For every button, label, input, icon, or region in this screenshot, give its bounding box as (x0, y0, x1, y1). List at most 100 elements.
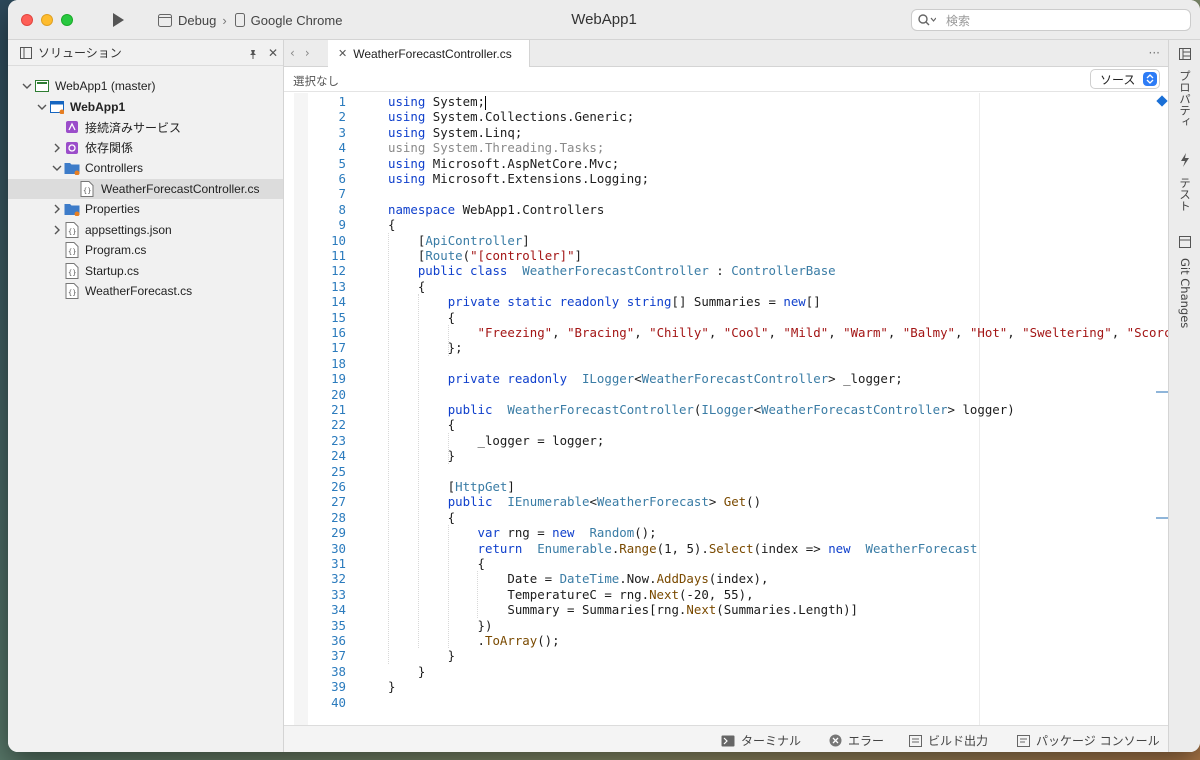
code-token: var (477, 525, 500, 541)
nav-back-icon[interactable]: ‹ (290, 46, 295, 60)
line-number: 39 (331, 679, 346, 695)
path-selection[interactable]: 選択なし (293, 73, 339, 89)
tree-item[interactable]: {} WeatherForecast.cs (8, 281, 283, 302)
code-line[interactable]: 16 "Freezing", "Bracing", "Chilly", "Coo… (284, 325, 1168, 340)
code-token: IEnumerable (499, 494, 590, 510)
code-line[interactable]: 4 using System.Threading.Tasks; (284, 140, 1168, 155)
search-icon (918, 14, 936, 26)
chevron-right-icon[interactable] (52, 225, 62, 235)
path-bar: 選択なし ソース (284, 67, 1168, 92)
code-text: return Enumerable.Range(1, 5).Select(ind… (388, 541, 978, 556)
source-select[interactable]: ソース (1090, 69, 1160, 89)
nav-forward-icon[interactable]: › (305, 46, 310, 60)
code-token: [ (388, 248, 426, 263)
code-token: private readonly (447, 371, 568, 387)
code-line[interactable]: 32 Date = DateTime.Now.AddDays(index), (284, 571, 1168, 586)
code-line[interactable]: 31 { (284, 556, 1168, 571)
device-icon (234, 13, 245, 27)
code-line[interactable]: 20 (284, 387, 1168, 402)
code-line[interactable]: 2 using System.Collections.Generic; (284, 109, 1168, 124)
code-token: "Warm" (843, 325, 888, 340)
minimize-window-button[interactable] (41, 14, 53, 26)
close-pad-icon[interactable]: ✕ (268, 46, 278, 60)
code-line[interactable]: 19 private readonly ILogger<WeatherForec… (284, 371, 1168, 386)
tree-item[interactable]: WebApp1 (master) (8, 76, 283, 97)
code-line[interactable]: 5 using Microsoft.AspNetCore.Mvc; (284, 156, 1168, 171)
search-input[interactable]: 検索 (911, 9, 1191, 31)
code-line[interactable]: 11 [Route("[controller]"] (284, 248, 1168, 263)
tree-item[interactable]: {} WeatherForecastController.cs (8, 178, 283, 199)
code-line[interactable]: 33 TemperatureC = rng.Next(-20, 55), (284, 587, 1168, 602)
chevron-down-icon[interactable] (37, 102, 47, 112)
close-window-button[interactable] (21, 14, 33, 26)
code-line[interactable]: 39} (284, 679, 1168, 694)
close-tab-icon[interactable]: ✕ (338, 47, 347, 60)
code-line[interactable]: 40 (284, 695, 1168, 710)
code-token: using System.Threading.Tasks; (388, 140, 605, 156)
code-line[interactable]: 14 private static readonly string[] Summ… (284, 294, 1168, 309)
code-token: [ (388, 232, 426, 248)
code-line[interactable]: 21 public WeatherForecastController(ILog… (284, 402, 1168, 417)
code-token: > _logger; (828, 371, 903, 387)
code-line[interactable]: 38 } (284, 664, 1168, 679)
dock-tab-test[interactable]: テスト (1169, 152, 1200, 212)
chevron-right-icon[interactable] (52, 204, 62, 214)
dock-tab-git-changes[interactable]: Git Changes (1169, 233, 1200, 328)
code-line[interactable]: 8 namespace WebApp1.Controllers (284, 202, 1168, 217)
code-line[interactable]: 35 }) (284, 618, 1168, 633)
code-line[interactable]: 15 { (284, 310, 1168, 325)
zoom-window-button[interactable] (61, 14, 73, 26)
code-line[interactable]: 6 using Microsoft.Extensions.Logging; (284, 171, 1168, 186)
code-line[interactable]: 30 return Enumerable.Range(1, 5).Select(… (284, 541, 1168, 556)
code-line[interactable]: 23 _logger = logger; (284, 433, 1168, 448)
code-token: new (783, 294, 806, 310)
tree-item[interactable]: {} appsettings.json (8, 220, 283, 241)
chevron-down-icon[interactable] (22, 81, 32, 91)
tree-item[interactable]: Controllers (8, 158, 283, 179)
code-line[interactable]: 3 using System.Linq; (284, 125, 1168, 140)
code-line[interactable]: 7 (284, 186, 1168, 201)
code-line[interactable]: 9{ (284, 217, 1168, 232)
code-line[interactable]: 10 [ApiController] (284, 233, 1168, 248)
code-line[interactable]: 1 using System; (284, 94, 1168, 110)
tree-item[interactable]: {} Program.cs (8, 240, 283, 261)
code-line[interactable]: 18 (284, 356, 1168, 371)
code-token: WeatherForecastController (761, 402, 948, 417)
code-line[interactable]: 37 } (284, 648, 1168, 663)
code-line[interactable]: 22 { (284, 417, 1168, 432)
code-editor[interactable]: 1 using System; 2 using System.Collections.… (284, 93, 1168, 725)
code-text: }) (388, 618, 493, 633)
status-error-button[interactable]: エラー (829, 732, 884, 749)
tab-weatherforecastcontroller[interactable]: ✕ WeatherForecastController.cs (328, 40, 530, 67)
tree-item[interactable]: 接続済みサービス (8, 117, 283, 138)
pin-icon[interactable] (248, 48, 258, 62)
chevron-right-icon[interactable] (52, 143, 62, 153)
code-line[interactable]: 34 Summary = Summaries[rng.Next(Summarie… (284, 602, 1168, 617)
status-package-console-button[interactable]: パッケージ コンソール (1017, 732, 1160, 749)
code-line[interactable]: 28 { (284, 510, 1168, 525)
code-line[interactable]: 36 .ToArray(); (284, 633, 1168, 648)
more-icon[interactable]: ··· (1149, 46, 1160, 60)
run-button[interactable] (110, 12, 126, 28)
code-line[interactable]: 29 var rng = new Random(); (284, 525, 1168, 540)
tree-item[interactable]: {} Startup.cs (8, 261, 283, 282)
code-line[interactable]: 24 } (284, 448, 1168, 463)
code-line[interactable]: 17 }; (284, 340, 1168, 355)
code-line[interactable]: 27 public IEnumerable<WeatherForecast> G… (284, 494, 1168, 509)
code-line[interactable]: 13 { (284, 279, 1168, 294)
code-token: { (388, 556, 485, 571)
tree-item[interactable]: 依存関係 (8, 138, 283, 159)
code-line[interactable]: 25 (284, 464, 1168, 479)
tree-item[interactable]: WebApp1 (8, 97, 283, 118)
dock-tab-properties[interactable]: プロパティ (1169, 45, 1200, 128)
tree-item[interactable]: Properties (8, 199, 283, 220)
code-line[interactable]: 26 [HttpGet] (284, 479, 1168, 494)
chevron-down-icon[interactable] (52, 163, 62, 173)
code-token: public (447, 494, 493, 510)
status-build-output-button[interactable]: ビルド出力 (909, 732, 988, 749)
status-terminal-button[interactable]: ターミナル (721, 732, 801, 749)
run-configuration[interactable]: Debug › Google Chrome (158, 11, 342, 29)
code-line[interactable]: 12 public class WeatherForecastControlle… (284, 263, 1168, 278)
git-changes-icon (1179, 233, 1191, 252)
